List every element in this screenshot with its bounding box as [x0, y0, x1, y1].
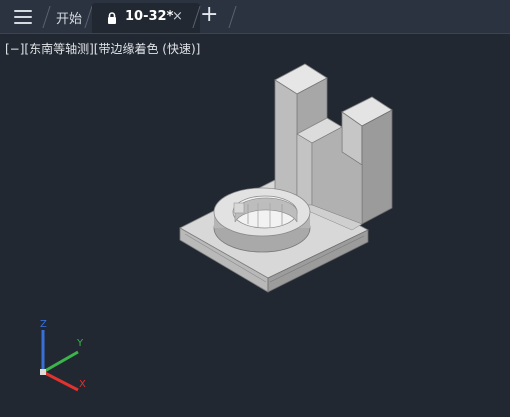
ucs-x-label: X	[79, 379, 86, 390]
ucs-z-label: Z	[40, 319, 47, 330]
ucs-y-label: Y	[76, 338, 84, 349]
ucs-x-axis	[42, 370, 79, 392]
ucs-origin	[40, 369, 46, 375]
ucs-y-axis	[42, 350, 79, 374]
ucs-icon: Z Y X	[40, 319, 86, 392]
